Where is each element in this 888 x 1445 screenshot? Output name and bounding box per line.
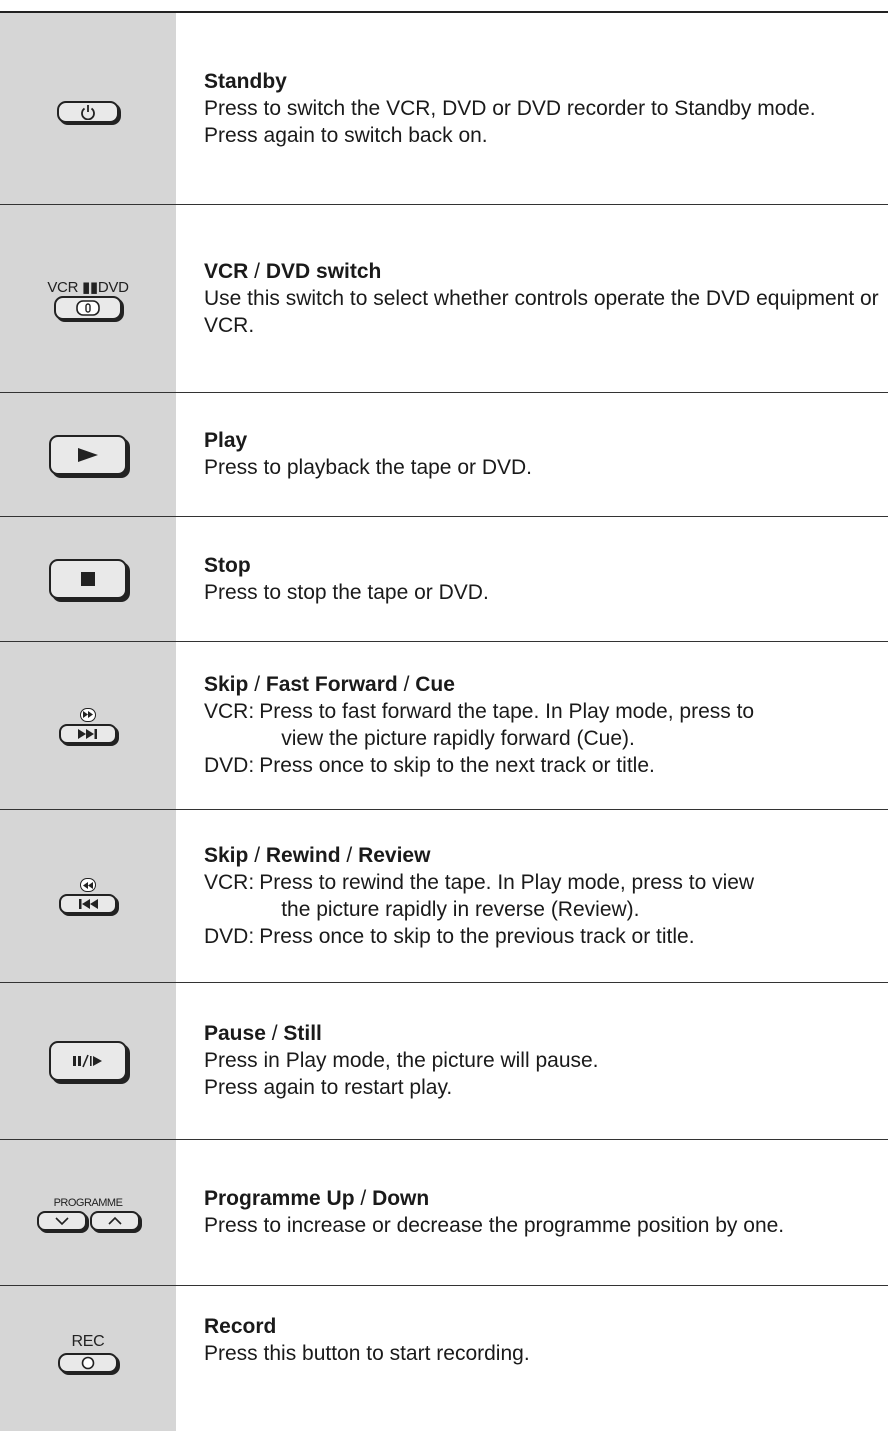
button-reference-table: Standby Press to switch the VCR, DVD or … [0, 13, 888, 1431]
row-title: Stop [204, 553, 251, 577]
icon-cell [0, 642, 176, 809]
row-description: Use this switch to select whether contro… [204, 286, 879, 337]
pause-still-button [49, 1041, 127, 1081]
text-cell: Record Press this button to start record… [176, 1286, 888, 1431]
row-title: Skip / Fast Forward / Cue [204, 673, 455, 696]
standby-button [57, 100, 119, 123]
icon-cell [0, 517, 176, 641]
programme-down-button [36, 1210, 87, 1231]
icon-cell [0, 810, 176, 982]
icon-cell: REC [0, 1286, 176, 1431]
skip-forward-button [59, 723, 117, 744]
row-title: Record [204, 1315, 277, 1338]
row-skip-fast-forward: Skip / Fast Forward / Cue VCR: Press to … [0, 641, 888, 809]
row-description: Press to stop the tape or DVD. [204, 580, 489, 604]
stop-button [49, 559, 127, 599]
play-button [49, 434, 127, 475]
chevron-down-icon [54, 1216, 69, 1225]
definition-text: Press to rewind the tape. In Play mode, … [259, 870, 755, 921]
programme-up-button [89, 1210, 140, 1231]
text-cell: Pause / Still Press in Play mode, the pi… [176, 983, 888, 1139]
row-description: Press again to restart play. [204, 1076, 453, 1099]
icon-cell [0, 13, 176, 204]
row-description: Press again to switch back on. [204, 123, 488, 147]
definition-term: DVD: [204, 754, 255, 777]
vcr-dvd-switch-icon [76, 299, 100, 316]
row-programme-up-down: PROGRAMME Programme Up / Down Press to i… [0, 1139, 888, 1285]
vcr-dvd-switch [53, 295, 122, 320]
row-title: VCR / DVD switch [204, 259, 382, 283]
row-title: Skip / Rewind / Review [204, 843, 431, 867]
definition-row: VCR: Press to fast forward the tape. In … [204, 698, 884, 752]
definition-row: VCR: Press to rewind the tape. In Play m… [204, 869, 884, 923]
programme-up-down-icon [36, 1210, 140, 1231]
text-cell: Skip / Fast Forward / Cue VCR: Press to … [176, 642, 888, 809]
row-description: Press in Play mode, the picture will pau… [204, 1049, 599, 1072]
definition-row: DVD: Press once to skip to the next trac… [204, 752, 884, 779]
definition-term: VCR: [204, 700, 255, 723]
vcr-dvd-label: VCR ▮▮DVD [47, 278, 129, 296]
row-skip-rewind: Skip / Rewind / Review VCR: Press to rew… [0, 809, 888, 982]
icon-cell [0, 983, 176, 1139]
definition-row: DVD: Press once to skip to the previous … [204, 923, 884, 950]
row-standby: Standby Press to switch the VCR, DVD or … [0, 13, 888, 204]
text-cell: Standby Press to switch the VCR, DVD or … [176, 13, 888, 204]
row-vcr-dvd-switch: VCR ▮▮DVD VCR / DVD switch Use this swit… [0, 204, 888, 392]
row-title: Standby [204, 69, 287, 93]
skip-back-button [59, 894, 117, 914]
definition-text: Press to fast forward the tape. In Play … [259, 700, 755, 750]
text-cell: Programme Up / Down Press to increase or… [176, 1140, 888, 1285]
definition-text: Press once to skip to the next track or … [259, 754, 655, 777]
row-stop: Stop Press to stop the tape or DVD. [0, 516, 888, 641]
definition-term: DVD: [204, 924, 255, 948]
rec-label: REC [71, 1333, 105, 1350]
cue-indicator-icon [80, 707, 96, 722]
play-icon [78, 447, 98, 462]
row-play: Play Press to playback the tape or DVD. [0, 392, 888, 516]
row-description: Press to increase or decrease the progra… [204, 1214, 785, 1237]
chevron-up-icon [107, 1216, 122, 1225]
row-record: REC Record Press this button to start re… [0, 1285, 888, 1431]
row-title: Pause / Still [204, 1022, 322, 1045]
row-description: Press to playback the tape or DVD. [204, 456, 532, 479]
text-cell: Play Press to playback the tape or DVD. [176, 393, 888, 516]
programme-label: PROGRAMME [53, 1196, 123, 1209]
row-pause-still: Pause / Still Press in Play mode, the pi… [0, 982, 888, 1139]
skip-back-icon [79, 899, 98, 909]
row-description: Press to switch the VCR, DVD or DVD reco… [204, 96, 816, 120]
power-icon [81, 104, 95, 120]
text-cell: VCR / DVD switch Use this switch to sele… [176, 205, 888, 392]
row-title: Play [204, 429, 248, 452]
row-description: Press this button to start recording. [204, 1342, 530, 1365]
text-cell: Skip / Rewind / Review VCR: Press to rew… [176, 810, 888, 982]
definition-text: Press once to skip to the previous track… [259, 924, 695, 948]
text-cell: Stop Press to stop the tape or DVD. [176, 517, 888, 641]
icon-cell [0, 393, 176, 516]
record-button [58, 1353, 118, 1373]
definition-list: VCR: Press to fast forward the tape. In … [204, 698, 884, 779]
icon-cell: VCR ▮▮DVD [0, 205, 176, 392]
stop-icon [81, 572, 95, 586]
icon-cell: PROGRAMME [0, 1140, 176, 1285]
review-indicator-icon [80, 878, 96, 892]
skip-forward-icon [78, 728, 97, 739]
definition-list: VCR: Press to rewind the tape. In Play m… [204, 869, 884, 950]
pause-still-icon [73, 1054, 102, 1068]
row-title: Programme Up / Down [204, 1187, 430, 1210]
definition-term: VCR: [204, 870, 255, 894]
record-icon [81, 1356, 95, 1370]
